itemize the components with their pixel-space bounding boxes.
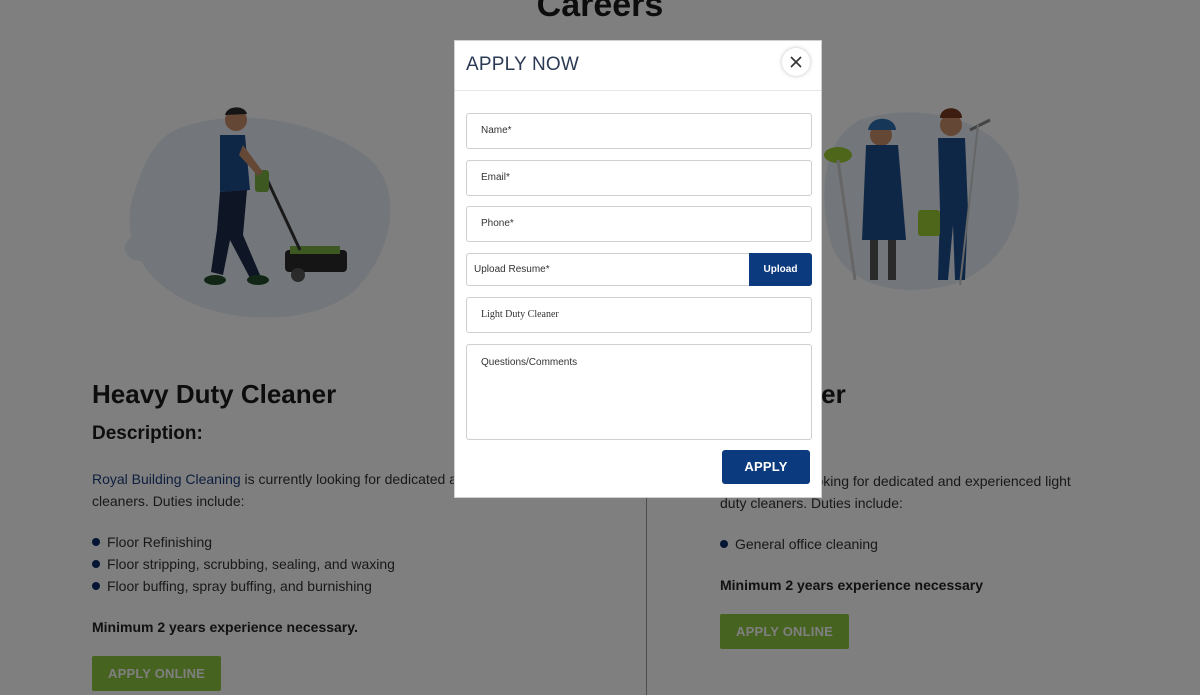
close-button[interactable] (782, 48, 810, 76)
phone-field[interactable]: Phone* (466, 206, 812, 242)
close-icon (790, 56, 802, 68)
modal-header: APPLY NOW (455, 41, 821, 91)
apply-modal: APPLY NOW Name* Email* Phone* Upload Res… (454, 40, 822, 498)
resume-upload-label: Upload Resume* (474, 264, 550, 275)
email-field[interactable]: Email* (466, 160, 812, 196)
name-field[interactable]: Name* (466, 113, 812, 149)
modal-title: APPLY NOW (466, 54, 580, 75)
position-select[interactable]: Light Duty Cleaner (466, 297, 812, 333)
upload-button[interactable]: Upload (749, 253, 812, 286)
resume-upload-field[interactable]: Upload Resume* Upload (466, 253, 812, 286)
apply-button[interactable]: APPLY (722, 450, 810, 484)
comments-textarea[interactable]: Questions/Comments (466, 344, 812, 440)
